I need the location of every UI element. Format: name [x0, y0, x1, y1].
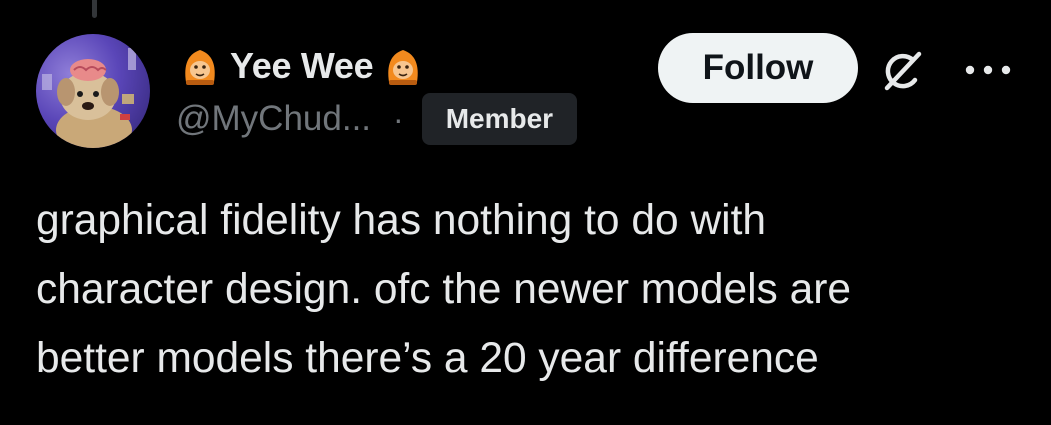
dog-with-brain-avatar-icon [42, 48, 136, 148]
author-name-row[interactable]: Yee Wee [176, 40, 427, 92]
grok-icon[interactable] [877, 46, 927, 96]
user-handle[interactable]: @MyChud... [176, 99, 371, 139]
post-text: graphical fidelity has nothing to do wit… [36, 197, 852, 382]
avatar[interactable] [36, 34, 150, 148]
handle-row: @MyChud... · Member [176, 92, 578, 146]
follow-button[interactable]: Follow [658, 33, 858, 103]
member-badge[interactable]: Member [421, 93, 578, 145]
thread-connector-line [92, 0, 97, 18]
orange-monkey-emoji-icon [388, 50, 419, 85]
orange-monkey-emoji-icon [185, 50, 215, 85]
separator-dot: · [393, 100, 404, 137]
more-dots-icon[interactable] [960, 52, 1016, 88]
display-name[interactable]: Yee Wee [230, 45, 374, 87]
